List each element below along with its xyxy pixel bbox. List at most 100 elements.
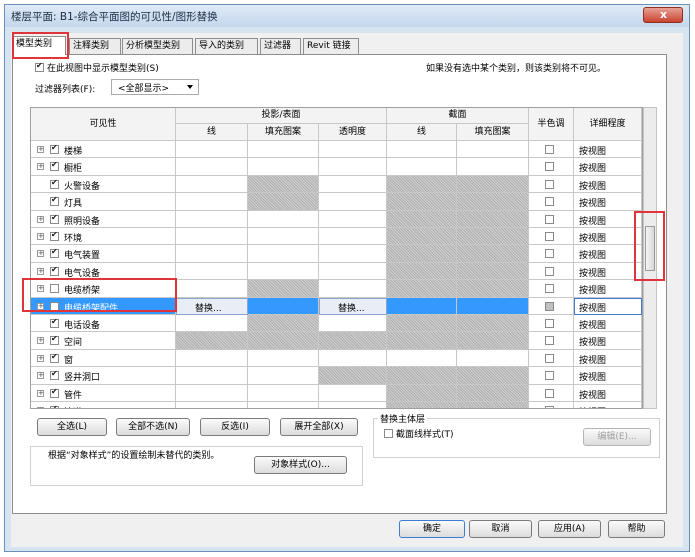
row-visibility-checkbox[interactable] [50, 178, 59, 189]
tab-3[interactable]: 导入的类别 [195, 38, 258, 54]
expand-toggle[interactable]: + [37, 233, 44, 240]
row-category-name: 空间 [64, 338, 83, 349]
title-bar[interactable]: 楼层平面: B1-综合平面图的可见性/图形替换 [5, 5, 689, 27]
table-cell [248, 210, 319, 228]
row-detail-level[interactable]: 按视图 [579, 318, 639, 331]
expand-toggle[interactable]: + [37, 250, 44, 258]
table-cell [387, 175, 457, 194]
help-button[interactable]: 帮助 [608, 520, 665, 538]
row-visibility-checkbox[interactable] [50, 387, 59, 398]
row-visibility-checkbox[interactable] [50, 160, 59, 172]
tab-1[interactable]: 注释类别 [69, 38, 121, 54]
table-cell [457, 262, 529, 281]
table-cell [248, 158, 319, 176]
select-all-button[interactable]: 全选(L) [37, 418, 107, 436]
row-detail-level[interactable]: 按视图 [579, 248, 639, 261]
table-cell [176, 141, 248, 159]
row-detail-level[interactable]: 按视图 [579, 353, 639, 366]
ok-button[interactable]: 确定 [399, 520, 465, 538]
table-cell [387, 141, 457, 159]
row-halftone-checkbox[interactable] [545, 266, 554, 276]
row-halftone-checkbox[interactable] [545, 406, 554, 408]
tab-5[interactable]: Revit 链接 [303, 38, 359, 54]
row-halftone-checkbox[interactable] [545, 353, 554, 363]
row-visibility-checkbox[interactable] [50, 143, 59, 154]
row-halftone-checkbox[interactable] [545, 232, 554, 241]
expand-toggle[interactable]: + [37, 215, 44, 223]
row-visibility-checkbox[interactable] [50, 352, 59, 363]
row-detail-level[interactable]: 按视图 [579, 283, 639, 296]
table-cell [457, 245, 529, 263]
row-detail-level[interactable]: 按视图 [579, 161, 639, 174]
table-cell [176, 245, 248, 263]
table-cell [319, 332, 387, 350]
row-halftone-checkbox[interactable] [545, 214, 554, 224]
row-category-name: 窗 [64, 355, 74, 366]
select-none-button[interactable]: 全部不选(N) [116, 418, 190, 436]
row-visibility-checkbox[interactable] [50, 195, 59, 207]
object-styles-note: 根据“对象样式”的设置绘制未替代的类别。 [48, 451, 220, 461]
row-visibility-checkbox[interactable] [50, 369, 59, 381]
tab-2[interactable]: 分析模型类别 [122, 38, 193, 54]
show-model-checkbox[interactable] [35, 61, 44, 72]
row-detail-level[interactable]: 按视图 [579, 388, 639, 401]
row-category-name: 电气装置 [64, 251, 101, 262]
row-visibility-checkbox[interactable] [50, 317, 59, 328]
cancel-button[interactable]: 取消 [469, 520, 532, 538]
row-visibility-checkbox[interactable] [50, 404, 59, 408]
row-visibility-checkbox[interactable] [50, 334, 59, 346]
table-cell [176, 210, 248, 228]
expand-toggle[interactable]: + [37, 146, 44, 153]
row-detail-level[interactable]: 按视图 [579, 179, 639, 192]
row-visibility-checkbox[interactable] [50, 213, 59, 224]
row-halftone-checkbox[interactable] [545, 284, 554, 294]
expand-toggle[interactable]: + [37, 389, 44, 397]
row-halftone-checkbox[interactable] [545, 197, 554, 207]
expand-all-button[interactable]: 展开全部(X) [280, 418, 358, 436]
row-halftone-checkbox[interactable] [545, 249, 554, 259]
row-detail-level[interactable]: 按视图 [579, 266, 639, 279]
override-button-label: 替换... [195, 303, 222, 314]
override-button[interactable]: 替换... [176, 297, 248, 315]
row-visibility-checkbox[interactable] [50, 265, 59, 276]
tab-4[interactable]: 过滤器 [260, 38, 301, 54]
row-halftone-checkbox[interactable] [545, 301, 554, 311]
row-halftone-checkbox[interactable] [545, 162, 554, 172]
expand-toggle[interactable]: + [37, 354, 44, 362]
expand-toggle[interactable]: + [37, 337, 44, 345]
close-button[interactable] [643, 7, 683, 23]
row-visibility-checkbox[interactable] [50, 247, 59, 259]
row-detail-level[interactable]: 按视图 [579, 370, 639, 383]
row-detail-level[interactable]: 按视图 [579, 214, 639, 227]
object-styles-button[interactable]: 对象样式(O)... [254, 456, 347, 474]
cut-line-styles-checkbox[interactable] [384, 429, 393, 438]
row-halftone-checkbox[interactable] [545, 179, 554, 189]
row-halftone-checkbox[interactable] [545, 145, 554, 154]
table-cell [457, 228, 529, 246]
hint-text: 如果没有选中某个类别，则该类别将不可见。 [426, 64, 607, 74]
table-cell [248, 367, 319, 385]
expand-toggle[interactable]: + [37, 163, 44, 171]
row-halftone-checkbox[interactable] [545, 371, 554, 381]
row-detail-level[interactable]: 按视图 [579, 144, 639, 157]
apply-button[interactable]: 应用(A) [538, 520, 601, 538]
row-halftone-checkbox[interactable] [545, 319, 554, 328]
host-layers-title: 替换主体层 [378, 412, 428, 425]
expand-toggle[interactable]: + [37, 372, 44, 380]
row-halftone-checkbox[interactable] [545, 388, 554, 398]
edit-button[interactable]: 编辑(E)... [583, 428, 651, 446]
table-cell [248, 193, 319, 211]
override-button[interactable]: 替换... [319, 297, 387, 315]
row-halftone-checkbox[interactable] [545, 336, 554, 346]
expand-toggle[interactable]: + [37, 267, 44, 275]
invert-selection-button[interactable]: 反选(I) [200, 418, 270, 436]
row-detail-level[interactable]: 按视图 [579, 196, 639, 209]
row-detail-level[interactable]: 按视图 [579, 231, 639, 244]
row-detail-level[interactable]: 按视图 [579, 335, 639, 348]
expand-toggle[interactable]: + [37, 407, 44, 408]
row-visibility-checkbox[interactable] [50, 230, 59, 241]
table-cell [319, 245, 387, 263]
row-detail-level[interactable]: 按视图 [579, 405, 639, 408]
table-cell [176, 175, 248, 194]
filter-dropdown[interactable]: <全部显示> [111, 79, 199, 95]
